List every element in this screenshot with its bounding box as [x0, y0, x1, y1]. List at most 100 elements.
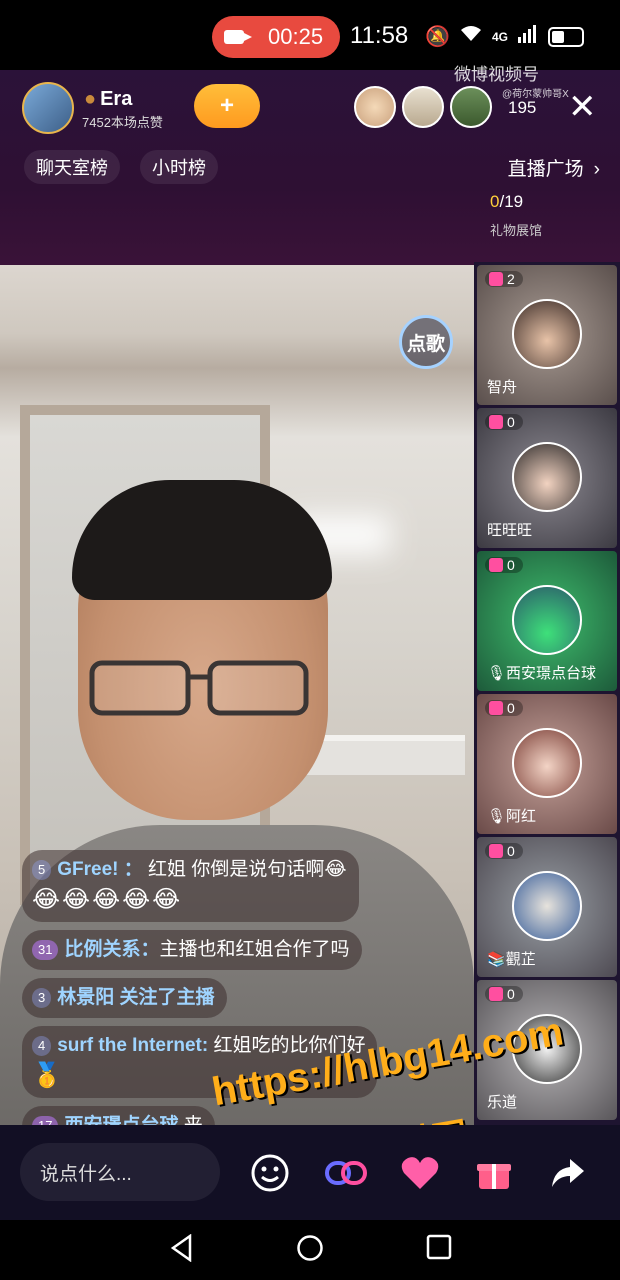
guest-card[interactable]: 0 旺旺旺 [477, 408, 617, 548]
home-icon[interactable] [296, 1234, 324, 1262]
guest-avatar [512, 299, 582, 369]
guest-name-text: 觀芷 [505, 951, 536, 968]
chat-username[interactable]: surf the Internet: [57, 1035, 208, 1056]
medal-icon: 🥇 [32, 1062, 64, 1089]
guest-avatar [512, 871, 582, 941]
tab-chat-rank[interactable]: 聊天室榜 [24, 150, 120, 184]
mic-off-icon: 🎙 [487, 665, 507, 682]
guest-count-value: 0 [507, 986, 515, 1002]
back-icon[interactable] [170, 1234, 194, 1262]
guest-panel: 2 智舟 0 旺旺旺 0 🎙西安璟点台球 0 🎙阿红 0 📚觀芷 0 乐道 [474, 262, 620, 1128]
progress-total: /19 [499, 192, 524, 211]
wifi-icon [460, 25, 482, 49]
gift-hall-label: 礼物展馆 [490, 223, 543, 238]
level-badge: 31 [32, 939, 59, 960]
heart-icon[interactable] [398, 1151, 442, 1195]
host-likes: 7452本场点赞 [82, 115, 163, 130]
chat-text: 主播也和红姐合作了吗 [159, 939, 350, 960]
chat-message[interactable]: 5 GFree! ： 红姐 你倒是说句话啊😂 😂😂😂😂😂 [22, 850, 359, 922]
guest-count-value: 0 [507, 843, 515, 859]
signal-icon [518, 24, 538, 49]
network-label: 4G [491, 29, 508, 44]
level-badge: 4 [32, 1035, 52, 1056]
mute-icon: 🔕 [425, 26, 450, 48]
host-name-text: Era [100, 88, 133, 110]
viewer-avatar[interactable] [402, 86, 444, 128]
glasses [89, 660, 309, 716]
guest-name: 智舟 [487, 379, 518, 396]
battery-icon [548, 26, 584, 47]
viewer-avatar[interactable] [450, 86, 492, 128]
chat-message[interactable]: 3 林景阳 关注了主播 [22, 978, 227, 1018]
viewer-avatar[interactable] [354, 86, 396, 128]
chat-username[interactable]: 林景阳 [57, 987, 114, 1008]
chat-emoji: 😂😂😂😂😂 [32, 886, 183, 913]
share-icon[interactable] [546, 1151, 590, 1195]
plaza-label: 直播广场 [507, 159, 584, 180]
guest-card[interactable]: 0 🎙西安璟点台球 [477, 551, 617, 691]
guest-name-text: 阿红 [506, 808, 537, 825]
mic-badge-icon [489, 987, 503, 1001]
guest-count-value: 0 [507, 557, 515, 573]
chat-message[interactable]: 31 比例关系：主播也和红姐合作了吗 [22, 930, 362, 970]
acorn-icon: ● [84, 88, 97, 110]
guest-name: 🎙阿红 [487, 805, 536, 826]
level-badge: 3 [32, 987, 52, 1008]
guest-count-value: 2 [507, 271, 515, 287]
guest-name: 旺旺旺 [487, 522, 533, 539]
guest-count: 0 [485, 843, 523, 859]
recording-time: 00:25 [268, 24, 324, 49]
follow-button[interactable]: + [194, 84, 260, 128]
chat-text: 关注了主播 [119, 987, 215, 1008]
song-request-button[interactable]: 点歌 [399, 315, 453, 369]
system-icons: 🔕 4G [425, 24, 584, 49]
chat-text: 红姐 你倒是说句话啊😂 [148, 859, 347, 880]
guest-count: 0 [485, 700, 523, 716]
guest-name-text: 西安璟点台球 [506, 665, 597, 682]
mic-badge-icon [489, 701, 503, 715]
viewer-count[interactable]: 195 [508, 98, 536, 118]
guest-card[interactable]: 0 🎙阿红 [477, 694, 617, 834]
live-header: ● Era 7452本场点赞 + 微博视频号 @荷尔蒙帅哥X 195 ✕ 聊天室榜… [0, 65, 620, 265]
guest-name: 🎙西安璟点台球 [487, 662, 596, 683]
guest-avatar [512, 585, 582, 655]
clock: 11:58 [350, 22, 409, 49]
plus-heart-icon: + [219, 92, 234, 119]
mic-badge-icon [489, 844, 503, 858]
mic-off-icon: 🎙 [487, 808, 507, 825]
gift-progress[interactable]: 0/19 礼物展馆 [490, 188, 600, 239]
guest-card[interactable]: 2 智舟 [477, 265, 617, 405]
link-icon[interactable] [324, 1151, 368, 1195]
chat-username[interactable]: 比例关系： [64, 939, 159, 960]
live-plaza-link[interactable]: 直播广场 › [508, 154, 600, 181]
streamer-hair [72, 480, 332, 600]
guest-count: 2 [485, 271, 523, 287]
guest-name: 乐道 [487, 1094, 518, 1111]
guest-count: 0 [485, 557, 523, 573]
books-icon: 📚 [487, 951, 506, 968]
level-badge: 5 [32, 859, 52, 880]
guest-card[interactable]: 0 📚觀芷 [477, 837, 617, 977]
system-nav-bar [0, 1220, 620, 1280]
mic-badge-icon [489, 272, 503, 286]
gift-icon[interactable] [472, 1151, 516, 1195]
emoji-icon[interactable] [248, 1151, 292, 1195]
close-icon[interactable]: ✕ [568, 90, 597, 124]
watermark-title: 微博视频号 [454, 65, 539, 84]
camera-icon [224, 30, 252, 44]
comment-input[interactable]: 说点什么... [20, 1143, 220, 1201]
guest-avatar [512, 442, 582, 512]
guest-avatar [512, 728, 582, 798]
tab-hour-rank[interactable]: 小时榜 [140, 150, 218, 184]
host-avatar[interactable] [22, 82, 74, 134]
guest-count-value: 0 [507, 700, 515, 716]
guest-count-value: 0 [507, 414, 515, 430]
host-name[interactable]: ● Era [84, 88, 132, 111]
guest-count: 0 [485, 414, 523, 430]
chat-username[interactable]: GFree! ： [57, 859, 143, 880]
guest-count: 0 [485, 986, 523, 1002]
recents-icon[interactable] [426, 1234, 452, 1260]
guest-name: 📚觀芷 [487, 948, 536, 969]
screen-recording-indicator[interactable]: 00:25 [212, 16, 340, 58]
mic-badge-icon [489, 415, 503, 429]
